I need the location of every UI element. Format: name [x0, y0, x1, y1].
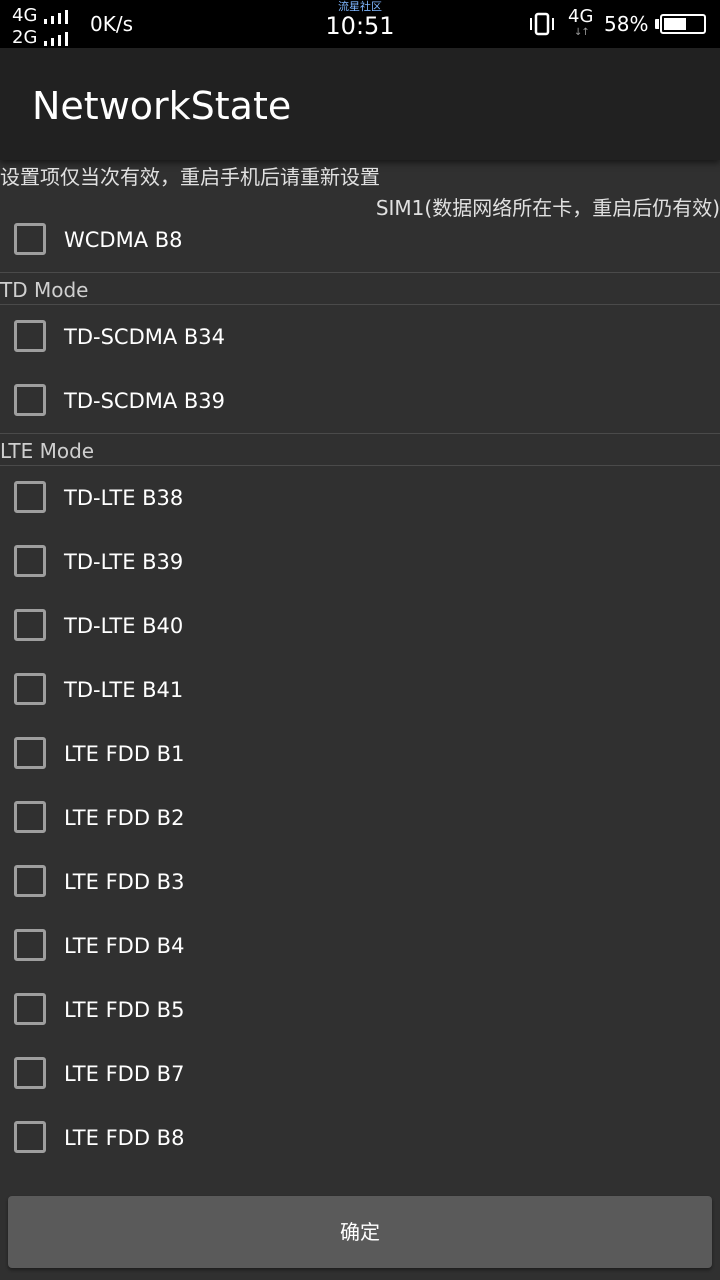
- checkbox-item-td-lte-b39[interactable]: TD-LTE B39: [0, 538, 720, 586]
- checkbox-label: TD-LTE B39: [64, 550, 184, 574]
- data-activity-icon: ↓↑: [574, 27, 590, 38]
- notice-text: 设置项仅当次有效，重启手机后请重新设置: [0, 165, 380, 189]
- checkbox-label: TD-LTE B41: [64, 678, 184, 702]
- app-bar: NetworkState: [0, 48, 720, 160]
- checkbox-label: LTE FDD B8: [64, 1126, 185, 1150]
- checkbox-label: LTE FDD B2: [64, 806, 185, 830]
- section-header-lte: LTE Mode: [0, 439, 95, 463]
- app-title: NetworkState: [32, 84, 292, 128]
- battery-tip: [655, 19, 659, 29]
- divider: [0, 433, 720, 434]
- checkbox-item-td-lte-b40[interactable]: TD-LTE B40: [0, 602, 720, 650]
- checkbox-label: LTE FDD B3: [64, 870, 185, 894]
- checkbox-label: TD-SCDMA B34: [64, 325, 226, 349]
- checkbox-item-td-scdma-b39[interactable]: TD-SCDMA B39: [0, 377, 720, 425]
- checkbox-item-td-lte-b41[interactable]: TD-LTE B41: [0, 666, 720, 714]
- checkbox[interactable]: [14, 929, 46, 961]
- checkbox-label: LTE FDD B5: [64, 998, 185, 1022]
- checkbox[interactable]: [14, 1057, 46, 1089]
- checkbox[interactable]: [14, 384, 46, 416]
- checkbox-label: LTE FDD B7: [64, 1062, 185, 1086]
- checkbox-label: WCDMA B8: [64, 228, 183, 252]
- vibrate-icon: [530, 12, 554, 36]
- checkbox[interactable]: [14, 801, 46, 833]
- battery-percent: 58%: [604, 12, 649, 36]
- checkbox[interactable]: [14, 481, 46, 513]
- checkbox-label: LTE FDD B1: [64, 742, 185, 766]
- checkbox[interactable]: [14, 545, 46, 577]
- checkbox[interactable]: [14, 320, 46, 352]
- checkbox[interactable]: [14, 993, 46, 1025]
- checkbox-item-lte-fdd-b1[interactable]: LTE FDD B1: [0, 730, 720, 778]
- checkbox-label: TD-LTE B40: [64, 614, 184, 638]
- data-type: 4G: [568, 6, 594, 27]
- divider: [0, 465, 720, 466]
- confirm-button[interactable]: 确定: [8, 1196, 712, 1268]
- checkbox-item-td-scdma-b34[interactable]: TD-SCDMA B34: [0, 313, 720, 361]
- section-header-td: TD Mode: [0, 278, 89, 302]
- checkbox-label: TD-SCDMA B39: [64, 389, 226, 413]
- checkbox-item-lte-fdd-b7[interactable]: LTE FDD B7: [0, 1050, 720, 1098]
- battery-level: [664, 18, 686, 30]
- divider: [0, 272, 720, 273]
- divider: [0, 304, 720, 305]
- checkbox-item-lte-fdd-b2[interactable]: LTE FDD B2: [0, 794, 720, 842]
- checkbox-label: LTE FDD B4: [64, 934, 185, 958]
- battery-icon: [660, 14, 706, 34]
- checkbox-item-lte-fdd-b3[interactable]: LTE FDD B3: [0, 858, 720, 906]
- checkbox[interactable]: [14, 223, 46, 255]
- checkbox[interactable]: [14, 1121, 46, 1153]
- checkbox[interactable]: [14, 609, 46, 641]
- checkbox-item-lte-fdd-b5[interactable]: LTE FDD B5: [0, 986, 720, 1034]
- status-bar: 4G 2G 0K/s 流星社区 10:51 4G ↓↑ 58%: [0, 0, 720, 48]
- checkbox-item-td-lte-b38[interactable]: TD-LTE B38: [0, 474, 720, 522]
- checkbox[interactable]: [14, 865, 46, 897]
- checkbox-item-lte-fdd-b8[interactable]: LTE FDD B8: [0, 1114, 720, 1162]
- checkbox-item-wcdma-b8[interactable]: WCDMA B8: [0, 216, 720, 264]
- checkbox[interactable]: [14, 737, 46, 769]
- checkbox[interactable]: [14, 673, 46, 705]
- checkbox-label: TD-LTE B38: [64, 486, 184, 510]
- checkbox-item-lte-fdd-b4[interactable]: LTE FDD B4: [0, 922, 720, 970]
